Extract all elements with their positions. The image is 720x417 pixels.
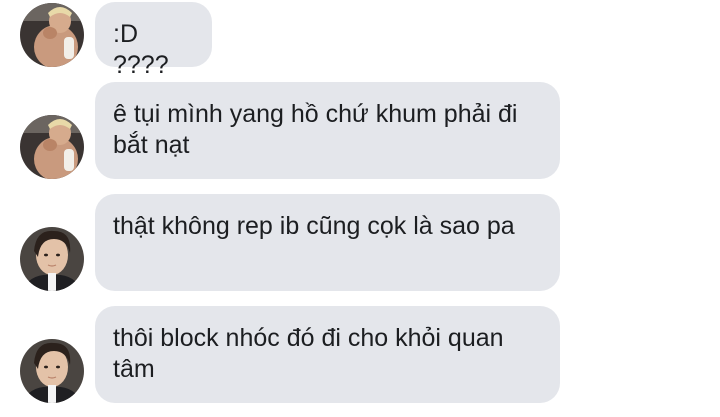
message-row: thôi block nhóc đó đi cho khỏi quan tâm: [0, 304, 720, 404]
avatar[interactable]: [20, 339, 84, 403]
message-bubble[interactable]: thật không rep ib cũng cọk là sao pa: [95, 194, 560, 291]
message-bubble[interactable]: ê tụi mình yang hồ chứ khum phải đi bắt …: [95, 82, 560, 179]
message-bubble[interactable]: :D ????: [95, 2, 212, 79]
message-text: thật không rep ib cũng cọk là sao pa: [113, 212, 515, 240]
avatar[interactable]: [20, 115, 84, 179]
message-bubble[interactable]: thôi block nhóc đó đi cho khỏi quan tâm: [95, 306, 560, 403]
message-row: :D ????: [0, 0, 720, 79]
message-row: ê tụi mình yang hồ chứ khum phải đi bắt …: [0, 80, 720, 180]
message-text: thôi block nhóc đó đi cho khỏi quan tâm: [113, 324, 504, 383]
message-row: thật không rep ib cũng cọk là sao pa: [0, 192, 720, 292]
avatar[interactable]: [20, 227, 84, 291]
message-text: ê tụi mình yang hồ chứ khum phải đi bắt …: [113, 100, 518, 159]
message-thread: :D ???? ê tụi mình yang hồ chứ khum phải…: [0, 0, 720, 417]
avatar[interactable]: [20, 3, 84, 67]
message-text: :D ????: [113, 20, 169, 79]
